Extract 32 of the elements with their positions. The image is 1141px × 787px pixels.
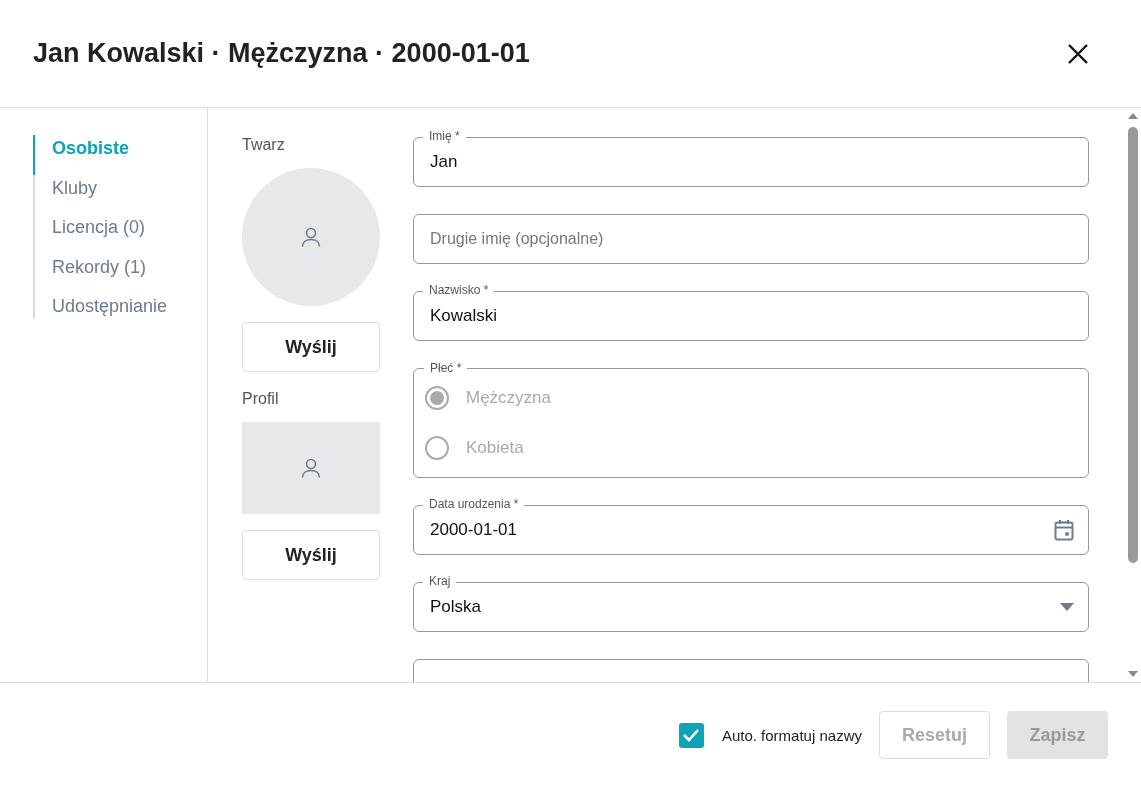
- dialog-title: Jan Kowalski · Mężczyzna · 2000-01-01: [33, 38, 530, 69]
- field-value: 2000-01-01: [430, 520, 517, 540]
- input-field[interactable]: Drugie imię (opcjonalne): [413, 214, 1089, 264]
- calendar-icon[interactable]: [1054, 519, 1074, 541]
- dropdown-caret-icon[interactable]: [1060, 603, 1074, 611]
- sidebar-tab[interactable]: Licencja (0): [33, 214, 207, 254]
- scroll-down-icon[interactable]: [1128, 671, 1138, 677]
- field-placeholder: Drugie imię (opcjonalne): [430, 230, 604, 248]
- field-label: Płeć *: [424, 361, 468, 375]
- radio-label: Kobieta: [466, 438, 524, 458]
- sidebar-tab[interactable]: Rekordy (1): [33, 253, 207, 293]
- sidebar-tab[interactable]: Osobiste: [33, 135, 207, 175]
- scroll-up-icon[interactable]: [1128, 113, 1138, 119]
- field-value: Polska: [430, 597, 482, 617]
- sidebar-tab[interactable]: Kluby: [33, 174, 207, 214]
- field-value: Kowalski: [430, 306, 498, 326]
- field-label: Nazwisko *: [423, 283, 495, 297]
- field-label: Imię *: [423, 129, 466, 143]
- photo-label: Twarz: [242, 136, 286, 155]
- upload-button[interactable]: Wyślij: [242, 530, 380, 580]
- field-label: Data urodzenia *: [423, 497, 525, 511]
- radio-label: Mężczyzna: [466, 388, 552, 408]
- upload-button[interactable]: Wyślij: [242, 322, 380, 372]
- sidebar-tab[interactable]: Udostępnianie: [33, 293, 207, 319]
- scrollbar-thumb[interactable]: [1128, 127, 1138, 563]
- checkbox-label: Auto. formatuj nazwy: [721, 726, 862, 744]
- checkbox[interactable]: [678, 722, 704, 748]
- field-label: Kraj: [423, 574, 457, 588]
- close-icon[interactable]: [1067, 42, 1089, 65]
- checkmark-icon: [682, 728, 701, 742]
- photo-label: Profil: [242, 390, 280, 409]
- field-value: Jan: [430, 152, 458, 172]
